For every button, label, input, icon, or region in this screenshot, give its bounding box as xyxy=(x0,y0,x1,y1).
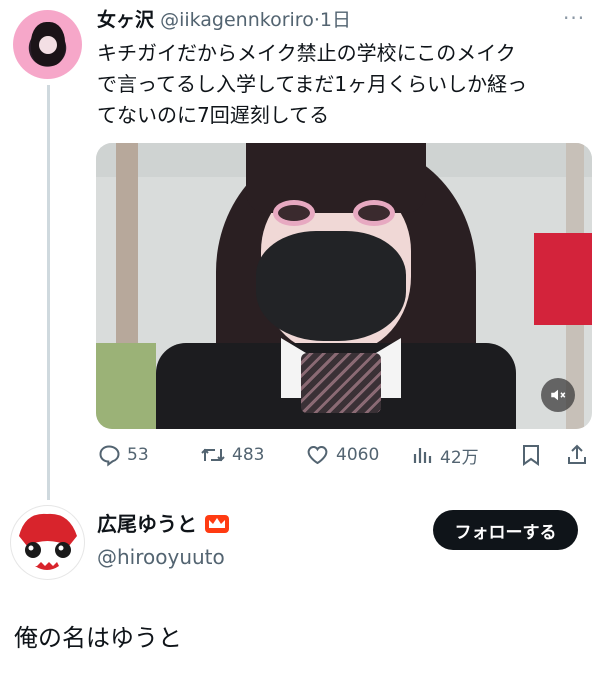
retweet-button[interactable]: 483 xyxy=(200,442,264,468)
video-subject-eye xyxy=(358,205,390,221)
post-text: 俺の名はゆうと xyxy=(14,624,182,652)
video-bg-sign xyxy=(534,233,592,325)
tweet-text-line: で言ってるし入学してまだ1ヶ月くらいしか経っ xyxy=(97,72,528,96)
video-subject-ribbon xyxy=(301,353,381,413)
avatar-face xyxy=(39,36,57,54)
retweet-icon xyxy=(201,448,225,462)
bookmark-button[interactable] xyxy=(521,442,541,468)
reply-count: 53 xyxy=(127,445,149,465)
views-count: 42万 xyxy=(440,447,479,468)
retweet-count: 483 xyxy=(232,445,265,465)
video-player[interactable] xyxy=(96,143,592,429)
share-button[interactable] xyxy=(566,442,588,468)
avatar[interactable] xyxy=(11,506,84,579)
thread-line xyxy=(47,85,50,500)
display-name[interactable]: 女ヶ沢 xyxy=(97,9,154,31)
crown-icon xyxy=(205,515,229,533)
username[interactable]: @hirooyuuto xyxy=(97,543,225,571)
username[interactable]: @iikagennkoriro xyxy=(160,9,314,31)
bookmark-icon xyxy=(523,445,539,466)
reply-button[interactable]: 53 xyxy=(97,442,149,468)
views-button[interactable]: 42万 xyxy=(412,442,479,468)
like-count: 4060 xyxy=(336,445,380,465)
video-bg-plants xyxy=(96,343,156,429)
share-icon xyxy=(568,444,586,464)
display-name[interactable]: 広尾ゆうと xyxy=(97,510,197,538)
video-subject-bangs xyxy=(246,143,426,213)
views-chart-icon xyxy=(413,448,432,463)
tweet-text-line: キチガイだからメイク禁止の学校にこのメイク xyxy=(97,41,516,65)
avatar[interactable] xyxy=(13,10,82,79)
follow-button[interactable]: フォローする xyxy=(433,510,578,550)
display-name-row: 広尾ゆうと xyxy=(97,510,231,538)
timestamp[interactable]: 1日 xyxy=(320,9,351,31)
tweet-text: キチガイだからメイク禁止の学校にこのメイク で言ってるし入学してまだ1ヶ月くらい… xyxy=(97,38,589,131)
heart-icon xyxy=(307,445,328,465)
avatar-character-icon xyxy=(15,513,79,574)
more-options-icon[interactable]: ··· xyxy=(563,6,585,30)
mute-icon[interactable] xyxy=(541,378,575,412)
tweet-header: 女ヶ沢 @iikagennkoriro·1日 xyxy=(97,8,351,32)
video-subject-eye xyxy=(278,205,310,221)
video-subject-mask xyxy=(256,231,406,341)
reply-icon xyxy=(99,445,120,467)
like-button[interactable]: 4060 xyxy=(305,442,379,468)
tweet-text-line: てないのに7回遅刻してる xyxy=(97,103,330,127)
